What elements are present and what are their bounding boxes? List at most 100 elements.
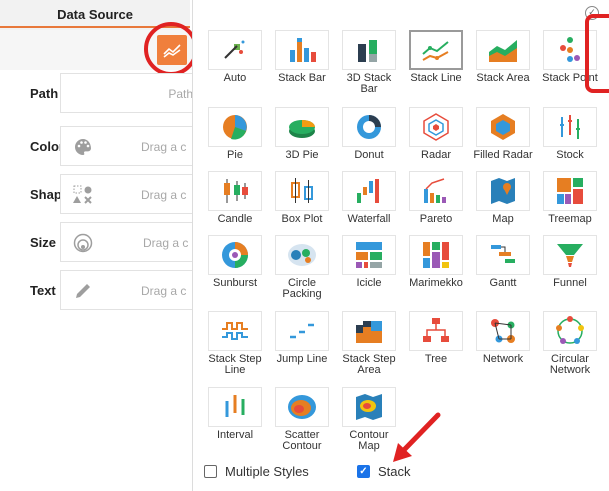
box-plot-icon [275,171,329,211]
chart-type-label: Stack Step Line [208,353,262,376]
stack-line-icon [409,30,463,70]
chart-type-circular-network[interactable]: Circular Network [539,311,601,391]
text-field-row: Text Drag a c [0,270,200,312]
stack-option[interactable]: ✓ Stack [357,464,411,479]
chart-type-scatter-contour[interactable]: Scatter Contour [271,387,333,467]
chart-type-label: Gantt [489,277,517,289]
path-placeholder: Path [168,87,193,101]
shape-field-row: Shape Drag a c [0,174,200,216]
chart-type-label: Interval [216,429,254,441]
gantt-icon [476,235,530,275]
circular-network-icon [543,311,597,351]
chart-type-gantt[interactable]: Gantt [472,235,534,315]
annotation-box [585,14,609,93]
auto-icon [208,30,262,70]
map-icon [476,171,530,211]
chart-type-label: Network [482,353,524,365]
multiple-styles-label: Multiple Styles [225,464,309,479]
stack-checkbox[interactable]: ✓ [357,465,370,478]
path-field-row: Path Path [0,73,200,115]
chart-type-stack-line[interactable]: Stack Line [405,30,467,110]
waterfall-icon [342,171,396,211]
jump-line-icon [275,311,329,351]
annotation-circle [144,22,198,76]
text-dropzone[interactable]: Drag a c [60,270,200,310]
chart-type-network[interactable]: Network [472,311,534,391]
chart-type-icicle[interactable]: Icicle [338,235,400,315]
scatter-contour-icon [275,387,329,427]
radar-icon [409,107,463,147]
shapes-icon [73,185,92,204]
chart-type-label: Candle [217,213,253,225]
chart-type-label: Stack Bar [278,72,326,84]
3d-pie-icon [275,107,329,147]
chart-type-label: Stack Area [476,72,530,84]
chart-type-label: Auto [223,72,247,84]
chart-type-3d-stack-bar[interactable]: 3D Stack Bar [338,30,400,110]
marimekko-icon [409,235,463,275]
color-field-row: Color Drag a c [0,126,200,168]
chart-type-stack-area[interactable]: Stack Area [472,30,534,110]
chart-type-marimekko[interactable]: Marimekko [405,235,467,315]
chart-type-label: 3D Stack Bar [346,72,392,95]
chart-type-sunburst[interactable]: Sunburst [204,235,266,315]
chart-type-stack-bar[interactable]: Stack Bar [271,30,333,110]
stack-step-line-icon [208,311,262,351]
tab-data-source-label: Data Source [57,7,133,22]
size-dropzone[interactable]: Drag a c [60,222,200,262]
text-placeholder: Drag a c [141,284,187,298]
chart-type-label: Funnel [553,277,587,289]
treemap-icon [543,171,597,211]
candle-icon [208,171,262,211]
multiple-styles-option[interactable]: Multiple Styles [204,464,309,479]
pie-icon [208,107,262,147]
chart-type-label: Treemap [548,213,592,225]
filled-radar-icon [476,107,530,147]
chart-type-funnel[interactable]: Funnel [539,235,601,315]
chart-type-stack-step-line[interactable]: Stack Step Line [204,311,266,391]
size-circles-icon [73,233,93,253]
stack-step-area-icon [342,311,396,351]
chart-type-label: Box Plot [281,213,323,225]
chart-type-label: Stack Line [410,72,462,84]
chart-type-label: Waterfall [347,213,391,225]
chart-type-label: 3D Pie [285,149,319,161]
size-placeholder: Drag a c [143,236,189,250]
stack-label: Stack [378,464,411,479]
pareto-icon [409,171,463,211]
color-dropzone[interactable]: Drag a c [60,126,200,166]
shape-dropzone[interactable]: Drag a c [60,174,200,214]
chart-type-tree[interactable]: Tree [405,311,467,391]
funnel-icon [543,235,597,275]
chart-type-label: Circle Packing [282,277,322,300]
stack-area-icon [476,30,530,70]
chart-type-popup: ✓ Auto Stack Bar 3D Stack Bar Stack Line Stac… [192,0,609,491]
chart-type-stack-step-area[interactable]: Stack Step Area [338,311,400,391]
chart-type-jump-line[interactable]: Jump Line [271,311,333,391]
text-label: Text [30,283,56,298]
chart-type-label: Circular Network [549,353,591,376]
binding-panel: Data Source Path Path Color Drag a c Sha… [0,0,200,491]
path-dropzone[interactable]: Path [60,73,200,113]
tree-icon [409,311,463,351]
chart-type-auto[interactable]: Auto [204,30,266,110]
palette-icon [75,139,91,155]
chart-type-label: Radar [421,149,451,161]
chart-type-interval[interactable]: Interval [204,387,266,467]
chart-type-label: Jump Line [276,353,328,365]
size-field-row: Size Drag a c [0,222,200,264]
stock-icon [543,107,597,147]
annotation-arrow [393,412,441,462]
sunburst-icon [208,235,262,275]
size-label: Size [30,235,57,250]
color-label: Color [30,139,64,154]
multiple-styles-checkbox[interactable] [204,465,217,478]
donut-icon [342,107,396,147]
chart-type-label: Icicle [356,277,382,289]
chart-type-label: Sunburst [212,277,258,289]
chart-type-label: Filled Radar [473,149,533,161]
chart-type-label: Tree [424,353,448,365]
chart-type-label: Map [492,213,514,225]
circle-packing-icon [275,235,329,275]
chart-type-circle-packing[interactable]: Circle Packing [271,235,333,315]
